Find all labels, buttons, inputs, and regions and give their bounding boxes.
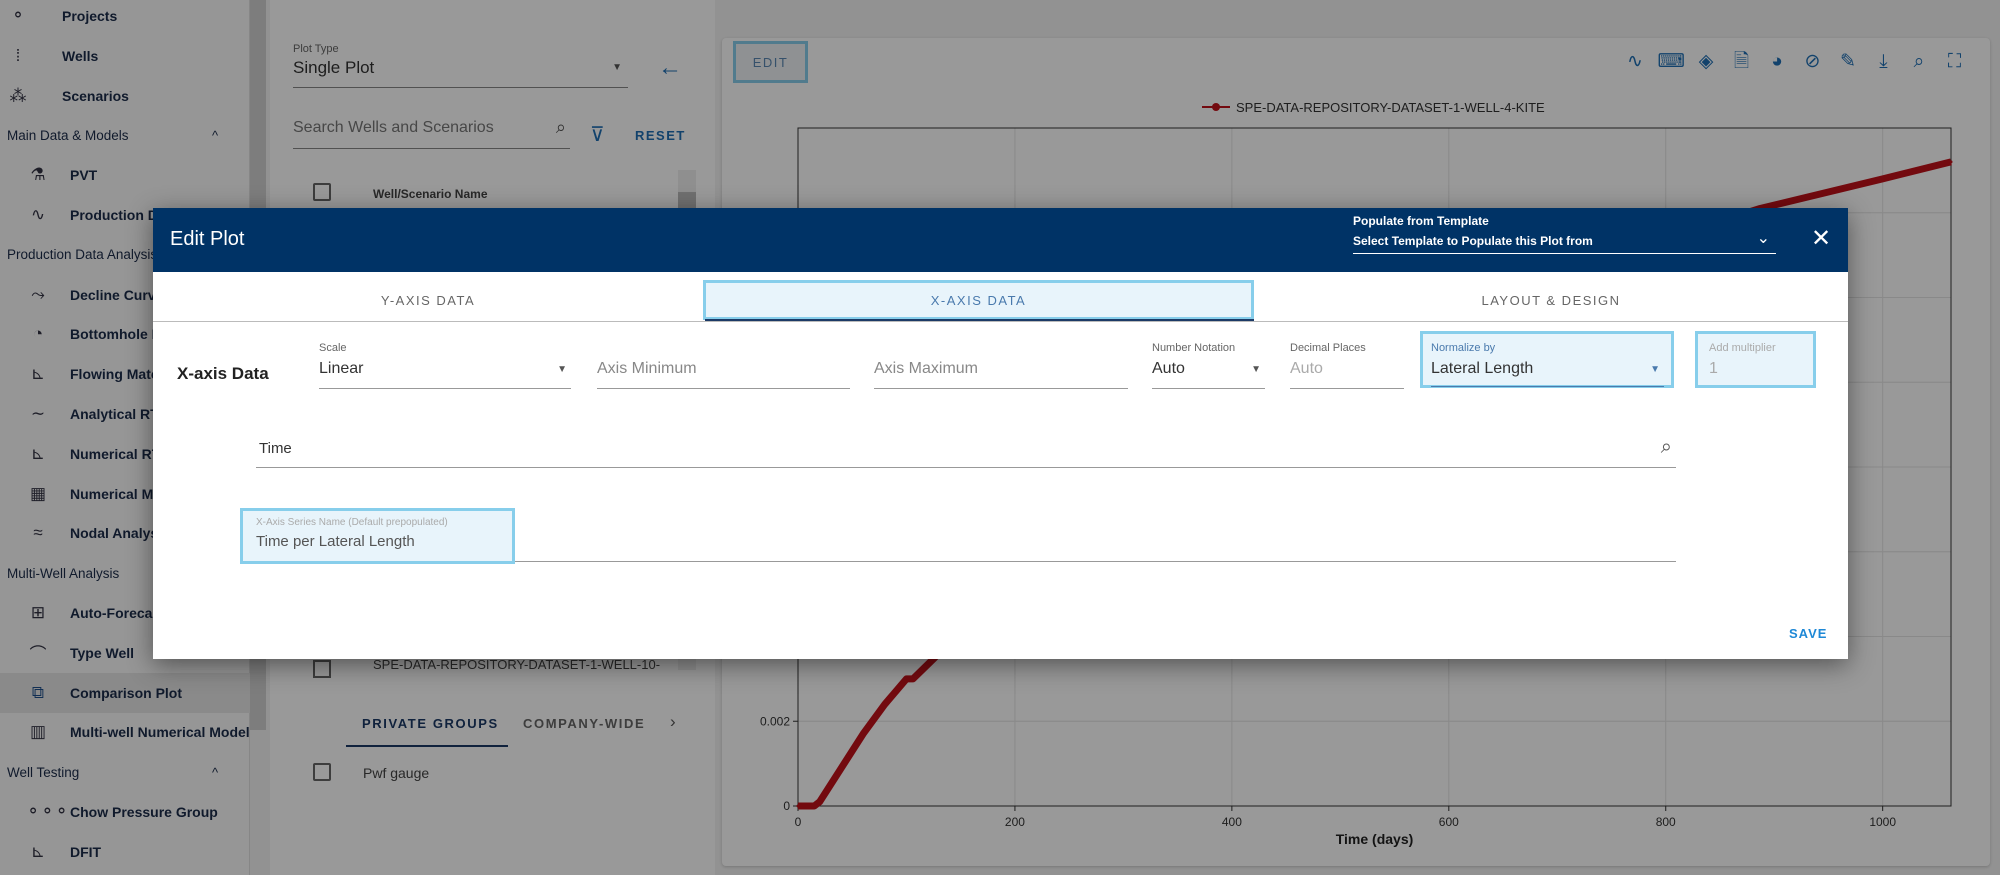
close-icon[interactable]: ✕ bbox=[1811, 224, 1831, 253]
save-button[interactable]: SAVE bbox=[1789, 626, 1827, 641]
dropdown-arrow-icon: ▼ bbox=[1251, 364, 1261, 375]
scale-label: Scale bbox=[319, 342, 347, 354]
active-tab-indicator bbox=[705, 319, 1254, 321]
search-icon[interactable]: ⌕ bbox=[1661, 436, 1672, 459]
axis-minimum-placeholder: Axis Minimum bbox=[597, 360, 697, 377]
section-title: X-axis Data bbox=[177, 364, 269, 383]
normalize-by-select[interactable]: Normalize by Lateral Length ▼ bbox=[1431, 342, 1664, 392]
variable-search-input[interactable]: Time ⌕ bbox=[256, 436, 1676, 468]
dropdown-arrow-icon: ▼ bbox=[557, 364, 567, 375]
normalize-by-label: Normalize by bbox=[1431, 342, 1496, 354]
tabs-divider bbox=[153, 321, 1848, 322]
axis-maximum-input[interactable]: Axis Maximum bbox=[874, 342, 1128, 392]
add-multiplier-label: Add multiplier bbox=[1709, 342, 1776, 354]
tab-layout-design[interactable]: LAYOUT & DESIGN bbox=[1254, 280, 1848, 320]
axis-maximum-placeholder: Axis Maximum bbox=[874, 360, 979, 377]
variable-value: Time bbox=[259, 440, 292, 457]
tab-x-axis-data[interactable]: X-AXIS DATA bbox=[703, 280, 1254, 320]
add-multiplier-placeholder: 1 bbox=[1709, 360, 1718, 377]
normalize-by-value: Lateral Length bbox=[1431, 360, 1534, 377]
template-label: Populate from Template bbox=[1353, 214, 1489, 228]
number-notation-value: Auto bbox=[1152, 360, 1185, 377]
edit-plot-dialog: Edit Plot Populate from Template Select … bbox=[153, 208, 1848, 659]
dropdown-arrow-icon: ▼ bbox=[1650, 364, 1660, 375]
number-notation-label: Number Notation bbox=[1152, 342, 1236, 354]
decimal-places-placeholder: Auto bbox=[1290, 360, 1323, 377]
scale-select[interactable]: Scale Linear ▼ bbox=[319, 342, 571, 392]
add-multiplier-input[interactable]: Add multiplier 1 bbox=[1695, 331, 1816, 388]
dialog-title: Edit Plot bbox=[170, 228, 245, 250]
number-notation-select[interactable]: Number Notation Auto ▼ bbox=[1152, 342, 1265, 392]
series-name-value: Time per Lateral Length bbox=[256, 533, 415, 550]
decimal-places-input[interactable]: Decimal Places Auto bbox=[1290, 342, 1404, 392]
axis-minimum-input[interactable]: Axis Minimum bbox=[597, 342, 850, 392]
series-name-label: X-Axis Series Name (Default prepopulated… bbox=[256, 517, 448, 528]
decimal-places-label: Decimal Places bbox=[1290, 342, 1366, 354]
tab-y-axis-data[interactable]: Y-AXIS DATA bbox=[153, 280, 703, 320]
chevron-down-icon: ⌄ bbox=[1756, 230, 1770, 247]
dialog-header: Edit Plot Populate from Template Select … bbox=[153, 208, 1848, 272]
template-select[interactable]: Select Template to Populate this Plot fr… bbox=[1353, 230, 1776, 254]
template-placeholder: Select Template to Populate this Plot fr… bbox=[1353, 234, 1593, 248]
scale-value: Linear bbox=[319, 360, 364, 377]
series-name-input[interactable]: X-Axis Series Name (Default prepopulated… bbox=[240, 508, 515, 564]
